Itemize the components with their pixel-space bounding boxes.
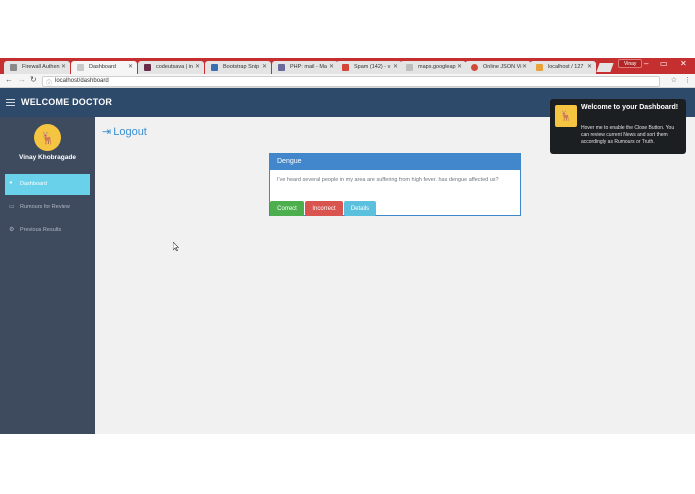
- close-tab-icon[interactable]: ✕: [128, 63, 133, 70]
- page-favicon-icon: [278, 64, 285, 71]
- page-favicon-icon: [10, 64, 17, 71]
- close-window-icon[interactable]: ✕: [680, 59, 687, 68]
- reload-icon[interactable]: ↻: [30, 75, 37, 84]
- bookmark-star-icon[interactable]: ☆: [671, 76, 677, 84]
- user-name: Vinay Khobragade: [19, 154, 76, 161]
- deer-icon: 🦌: [555, 105, 577, 127]
- logout-label: Logout: [113, 125, 147, 138]
- news-card-title: Dengue: [270, 154, 520, 170]
- tab-label: Firewall Authen: [22, 64, 60, 70]
- news-card-actions: Correct Incorrect Details: [270, 201, 376, 216]
- incorrect-button[interactable]: Incorrect: [305, 201, 343, 216]
- gmail-icon: [342, 64, 349, 71]
- browser-tab[interactable]: codeutsava | in ✕: [138, 61, 204, 74]
- avatar: 🦌: [34, 124, 61, 151]
- sidebar-item-label: Rumours for Review: [20, 204, 70, 210]
- mouse-cursor-icon: [172, 241, 180, 253]
- back-icon[interactable]: ←: [5, 75, 13, 84]
- close-tab-icon[interactable]: ✕: [195, 63, 200, 70]
- toast-title: Welcome to your Dashboard!: [581, 104, 679, 111]
- tab-label: Online JSON Vi: [483, 64, 522, 70]
- sidebar: 🦌 Vinay Khobragade ◕ Dashboard ▭ Rumours…: [0, 117, 95, 434]
- close-tab-icon[interactable]: ✕: [61, 63, 66, 70]
- app-title: WELCOME DOCTOR: [21, 97, 113, 107]
- close-tab-icon[interactable]: ✕: [393, 63, 398, 70]
- page-favicon-icon: [471, 64, 478, 71]
- news-card: Dengue I've heard several people in my a…: [269, 153, 521, 216]
- browser-tab-active[interactable]: Dashboard ✕: [71, 61, 137, 74]
- tab-label: localhost / 127: [548, 64, 584, 70]
- close-tab-icon[interactable]: ✕: [587, 63, 592, 70]
- tab-label: PHP: mail - Ma: [290, 64, 327, 70]
- browser-tab[interactable]: PHP: mail - Ma ✕: [272, 61, 338, 74]
- gears-icon: ⚙: [9, 227, 15, 233]
- tab-label: Dashboard: [89, 64, 116, 70]
- browser-toolbar: ← → ↻ ⓘ localhost/dashboard ☆ ⋮: [0, 74, 695, 88]
- browser-tab[interactable]: Firewall Authen ✕: [4, 61, 70, 74]
- browser-tab-strip: Firewall Authen ✕ Dashboard ✕ codeutsava…: [0, 58, 695, 74]
- page-favicon-icon: [77, 64, 84, 71]
- address-bar[interactable]: ⓘ localhost/dashboard: [42, 76, 660, 87]
- close-tab-icon[interactable]: ✕: [329, 63, 334, 70]
- correct-button[interactable]: Correct: [270, 201, 304, 216]
- dashboard-icon: ◕: [9, 180, 13, 186]
- browser-tab[interactable]: localhost / 127 ✕: [530, 61, 596, 74]
- welcome-toast[interactable]: 🦌 Welcome to your Dashboard! Hover me to…: [550, 99, 686, 154]
- page-favicon-icon: [211, 64, 218, 71]
- new-tab-button[interactable]: [596, 63, 614, 72]
- profile-button[interactable]: Vinay: [618, 59, 643, 68]
- news-card-body: I've heard several people in my area are…: [277, 177, 499, 183]
- page-favicon-icon: [536, 64, 543, 71]
- monitor-icon: ▭: [9, 204, 15, 210]
- logout-icon: ⇥: [102, 126, 112, 138]
- sidebar-item-dashboard[interactable]: ◕ Dashboard: [5, 174, 90, 195]
- sidebar-item-label: Dashboard: [20, 181, 47, 187]
- main-content: ⇥ Logout Dengue I've heard several peopl…: [95, 117, 695, 434]
- browser-tab[interactable]: Online JSON Vi ✕: [465, 61, 531, 74]
- details-button[interactable]: Details: [344, 201, 376, 216]
- browser-tab[interactable]: maps.googleap ✕: [400, 61, 466, 74]
- forward-icon[interactable]: →: [18, 75, 26, 84]
- page-favicon-icon: [144, 64, 151, 71]
- tab-label: Spam (142) - v: [354, 64, 391, 70]
- site-info-icon[interactable]: ⓘ: [46, 78, 52, 87]
- close-tab-icon[interactable]: ✕: [262, 63, 267, 70]
- tab-label: Bootstrap Snip: [223, 64, 260, 70]
- sidebar-item-label: Previous Results: [20, 227, 62, 233]
- screenshot: Firewall Authen ✕ Dashboard ✕ codeutsava…: [0, 0, 695, 494]
- maximize-icon[interactable]: ▭: [660, 59, 668, 68]
- close-tab-icon[interactable]: ✕: [457, 63, 462, 70]
- logout-link[interactable]: ⇥ Logout: [102, 125, 147, 139]
- hamburger-menu-icon[interactable]: [6, 99, 15, 106]
- tab-label: codeutsava | in: [156, 64, 193, 70]
- sidebar-item-rumours-for-review[interactable]: ▭ Rumours for Review: [5, 197, 90, 218]
- deer-icon: 🦌: [40, 130, 55, 145]
- page-favicon-icon: [406, 64, 413, 71]
- browser-tab[interactable]: Bootstrap Snip ✕: [205, 61, 271, 74]
- browser-menu-icon[interactable]: ⋮: [684, 76, 691, 84]
- tab-label: maps.googleap: [418, 64, 456, 70]
- toast-message: Hover me to enable the Close Button. You…: [581, 125, 675, 145]
- browser-tab[interactable]: Spam (142) - v ✕: [336, 61, 402, 74]
- url-text: localhost/dashboard: [55, 78, 109, 84]
- minimize-icon[interactable]: –: [644, 59, 648, 68]
- sidebar-item-previous-results[interactable]: ⚙ Previous Results: [5, 220, 90, 241]
- close-tab-icon[interactable]: ✕: [522, 63, 527, 70]
